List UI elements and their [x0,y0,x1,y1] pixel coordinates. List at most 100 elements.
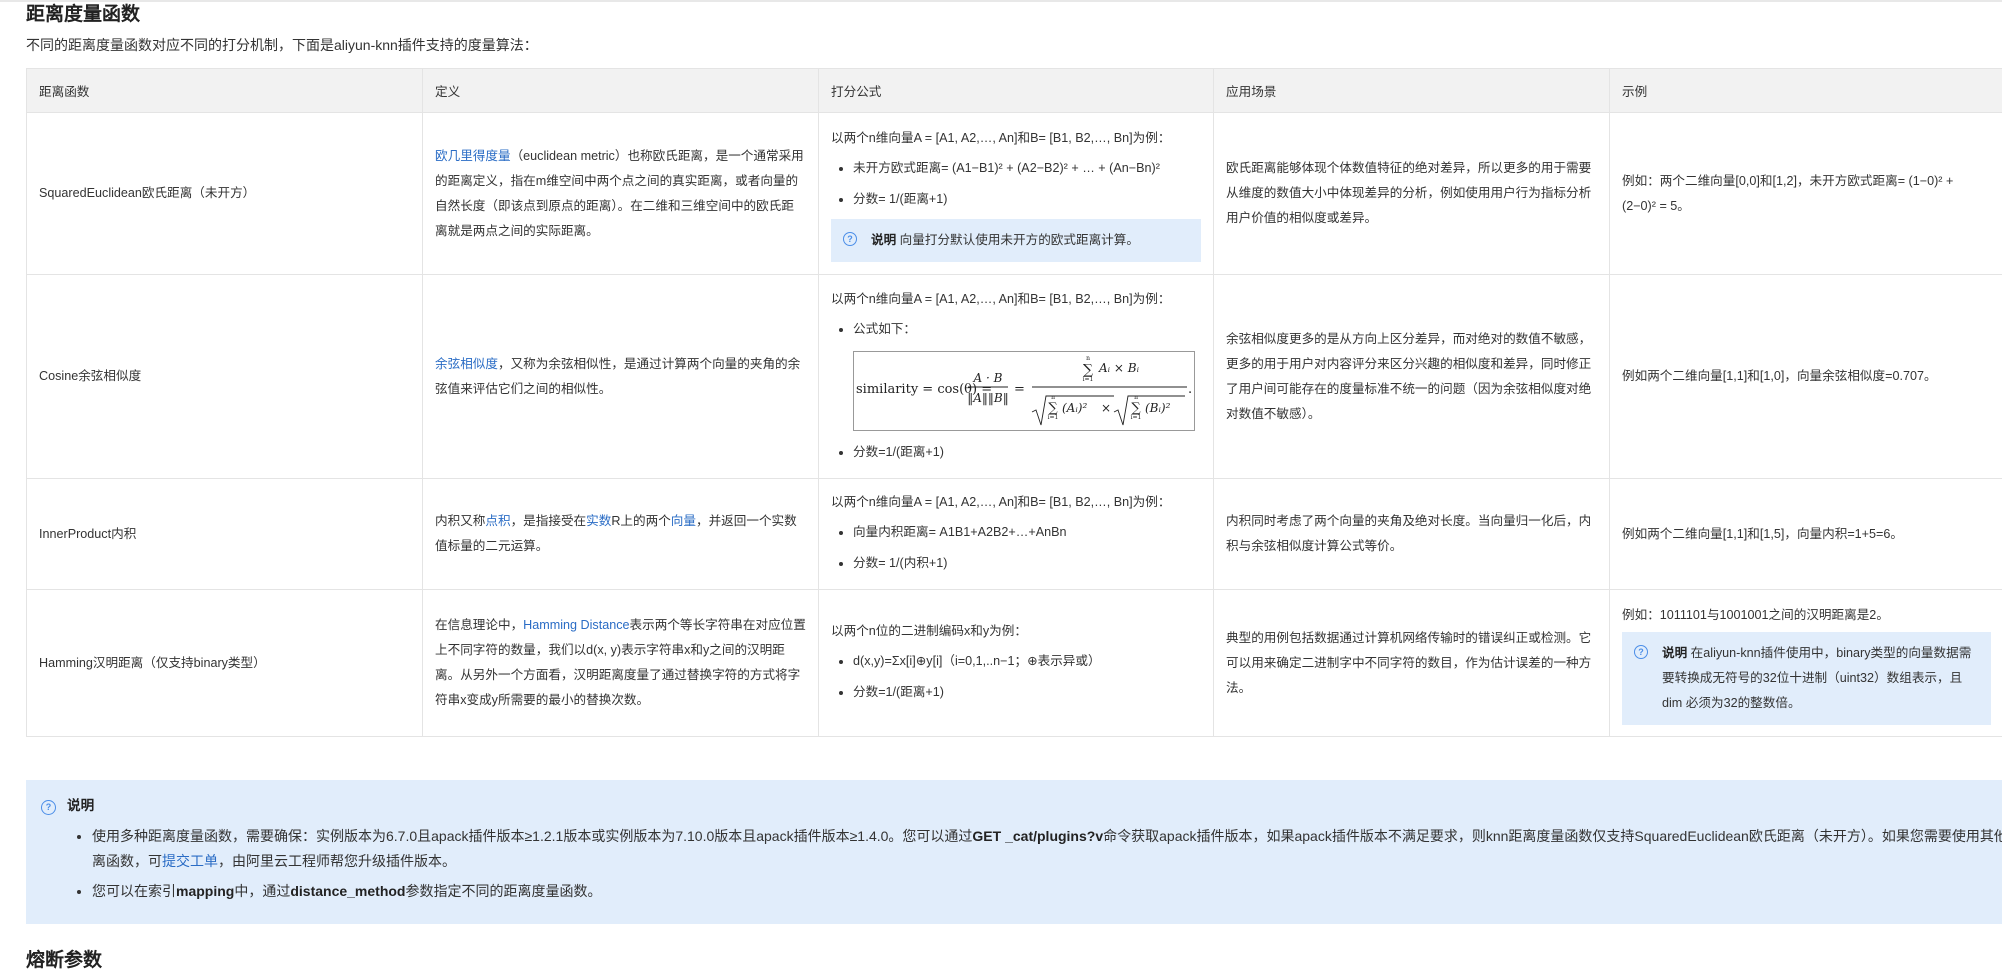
formula-item: 分数= 1/(距离+1) [853,184,1201,215]
header-distance-function: 距离函数 [27,69,423,113]
note-text: 您可以在索引 [92,883,176,899]
header-scoring-formula: 打分公式 [819,69,1214,113]
note-text: 向量打分默认使用未开方的欧式距离计算。 [896,233,1139,247]
definition-link[interactable]: 欧几里得度量 [435,149,511,163]
formula-intro: 以两个n维向量A = [A1, A2,…, An]和B= [B1, B2,…, … [831,125,1201,151]
row-definition: 余弦相似度，又称为余弦相似性，是通过计算两个向量的夹角的余弦值来评估它们之间的相… [423,275,819,479]
formula-list: d(x,y)=Σx[i]⊕y[i]（i=0,1,..n−1；⊕表示异或） 分数=… [831,646,1201,708]
row-scenario: 余弦相似度更多的是从方向上区分差异，而对绝对的数值不敏感，更多的用于用户对内容评… [1214,275,1610,479]
formula-item: 分数=1/(距离+1) [853,437,1201,468]
note-text: 参数指定不同的距离度量函数。 [405,883,601,899]
table-header-row: 距离函数 定义 打分公式 应用场景 示例 [27,69,2002,113]
note-code: GET _cat/plugins?v [972,828,1103,844]
formula-intro: 以两个n维向量A = [A1, A2,…, An]和B= [B1, B2,…, … [831,286,1201,312]
submit-ticket-link[interactable]: 提交工单 [162,853,218,869]
numerator-term: Aᵢ × Bᵢ [1098,361,1140,375]
table-row: InnerProduct内积 内积又称点积，是指接受在实数R上的两个向量，并返回… [27,479,2002,590]
row-formula: 以两个n位的二进制编码x和y为例： d(x,y)=Σx[i]⊕y[i]（i=0,… [819,590,1214,737]
table-row: Hamming汉明距离（仅支持binary类型） 在信息理论中，Hamming … [27,590,2002,737]
question-circle-icon: ? [843,232,857,246]
row-scenario: 内积同时考虑了两个向量的夹角及绝对长度。当向量归一化后，内积与余弦相似度计算公式… [1214,479,1610,590]
formula-list: 向量内积距离= A1B1+A2B2+…+AnBn 分数= 1/(内积+1) [831,517,1201,579]
row-formula: 以两个n维向量A = [A1, A2,…, An]和B= [B1, B2,…, … [819,275,1214,479]
definition-link-vector[interactable]: 向量 [671,514,696,528]
header-scenario: 应用场景 [1214,69,1610,113]
note-code: distance_method [290,883,405,899]
note-text: 中，通过 [234,883,290,899]
sum-top: n [1134,394,1138,401]
sum-bottom: i=1 [1131,414,1142,421]
bottom-note: ? 说明 使用多种距离度量函数，需要确保：实例版本为6.7.0且apack插件版… [26,780,2002,924]
note-label: 说明 [1662,646,1687,660]
row-example: 例如：两个二维向量[0,0]和[1,2]，未开方欧式距离= (1−0)² + (… [1610,113,2002,275]
denominator-term-b: (Bᵢ)² [1145,401,1171,415]
formula-intro: 以两个n位的二进制编码x和y为例： [831,618,1201,644]
row-example: 例如两个二维向量[1,1]和[1,0]，向量余弦相似度=0.707。 [1610,275,2002,479]
formula-frac1-num: A · B [973,371,1003,385]
note-item: 使用多种距离度量函数，需要确保：实例版本为6.7.0且apack插件版本≥1.2… [92,824,2002,874]
example-text: 例如：1011101与1001001之间的汉明距离是2。 [1622,602,1991,628]
formula-item: d(x,y)=Σx[i]⊕y[i]（i=0,1,..n−1；⊕表示异或） [853,646,1201,677]
formula-eq: = [1014,382,1025,397]
formula-end: . [1188,382,1192,397]
formula-times: × [1101,401,1111,415]
definition-link-dot-product[interactable]: 点积 [485,514,510,528]
row-scenario: 欧氏距离能够体现个体数值特征的绝对差异，所以更多的用于需要从维度的数值大小中体现… [1214,113,1610,275]
note-item: 您可以在索引mapping中，通过distance_method参数指定不同的距… [92,879,2002,904]
question-circle-icon: ? [41,800,56,815]
example-note: ? 说明 在aliyun-knn插件使用中，binary类型的向量数据需要转换成… [1622,632,1991,725]
row-definition: 欧几里得度量（euclidean metric）也称欧氏距离，是一个通常采用的距… [423,113,819,275]
note-code: mapping [176,883,234,899]
note-text: 在aliyun-knn插件使用中，binary类型的向量数据需要转换成无符号的3… [1662,646,1971,710]
formula-list: 分数=1/(距离+1) [831,437,1201,468]
row-scenario: 典型的用例包括数据通过计算机网络传输时的错误纠正或检测。它可以用来确定二进制字中… [1214,590,1610,737]
definition-link[interactable]: Hamming Distance [523,618,629,632]
note-title: 说明 [67,795,94,817]
table-row: Cosine余弦相似度 余弦相似度，又称为余弦相似性，是通过计算两个向量的夹角的… [27,275,2002,479]
row-formula: 以两个n维向量A = [A1, A2,…, An]和B= [B1, B2,…, … [819,113,1214,275]
sum-top: n [1086,355,1090,362]
definition-text: R上的两个 [611,514,670,528]
row-definition: 在信息理论中，Hamming Distance表示两个等长字符串在对应位置上不同… [423,590,819,737]
sum-top: n [1051,394,1055,401]
header-example: 示例 [1610,69,2002,113]
note-text: ，由阿里云工程师帮您升级插件版本。 [218,853,456,869]
definition-link-real-number[interactable]: 实数 [586,514,611,528]
header-definition: 定义 [423,69,819,113]
formula-item: 未开方欧式距离= (A1−B1)² + (A2−B2)² + … + (An−B… [853,153,1201,184]
formula-list: 公式如下： [831,314,1201,345]
distance-metrics-table: 距离函数 定义 打分公式 应用场景 示例 SquaredEuclidean欧氏距… [26,68,2002,737]
intro-text: 不同的距离度量函数对应不同的打分机制，下面是aliyun-knn插件支持的度量算… [26,34,538,56]
definition-text: 在信息理论中， [435,618,523,632]
row-name: InnerProduct内积 [27,479,423,590]
sum-bottom: i=1 [1048,414,1059,421]
formula-item: 分数=1/(距离+1) [853,677,1201,708]
note-text: 使用多种距离度量函数，需要确保：实例版本为6.7.0且apack插件版本≥1.2… [92,828,972,844]
definition-text: 内积又称 [435,514,485,528]
formula-list: 未开方欧式距离= (A1−B1)² + (A2−B2)² + … + (An−B… [831,153,1201,215]
denominator-term-a: (Aᵢ)² [1062,401,1087,415]
table-row: SquaredEuclidean欧氏距离（未开方） 欧几里得度量（euclide… [27,113,2002,275]
formula-item: 向量内积距离= A1B1+A2B2+…+AnBn [853,517,1201,548]
formula-item: 公式如下： [853,314,1201,345]
question-circle-icon: ? [1634,645,1648,659]
section-title: 距离度量函数 [26,2,140,28]
sum-bottom: i=1 [1083,376,1094,383]
formula-frac1-den: ‖A‖‖B‖ [967,391,1008,405]
row-example: 例如：1011101与1001001之间的汉明距离是2。 ? 说明 在aliyu… [1610,590,2002,737]
row-example: 例如两个二维向量[1,1]和[1,5]，向量内积=1+5=6。 [1610,479,2002,590]
note-label: 说明 [871,233,896,247]
top-divider [0,0,2002,2]
formula-item: 分数= 1/(内积+1) [853,548,1201,579]
row-definition: 内积又称点积，是指接受在实数R上的两个向量，并返回一个实数值标量的二元运算。 [423,479,819,590]
note-list: 使用多种距离度量函数，需要确保：实例版本为6.7.0且apack插件版本≥1.2… [68,824,2002,909]
row-name: Hamming汉明距离（仅支持binary类型） [27,590,423,737]
row-name: SquaredEuclidean欧氏距离（未开方） [27,113,423,275]
cosine-formula-image: similarity = cos(θ) = A · B ‖A‖‖B‖ = n ∑… [853,351,1195,431]
definition-link[interactable]: 余弦相似度 [435,357,498,371]
row-name: Cosine余弦相似度 [27,275,423,479]
next-section-title: 熔断参数 [26,948,102,974]
formula-note: ? 说明 向量打分默认使用未开方的欧式距离计算。 [831,219,1201,262]
definition-text: ，是指接受在 [511,514,587,528]
formula-intro: 以两个n维向量A = [A1, A2,…, An]和B= [B1, B2,…, … [831,489,1201,515]
